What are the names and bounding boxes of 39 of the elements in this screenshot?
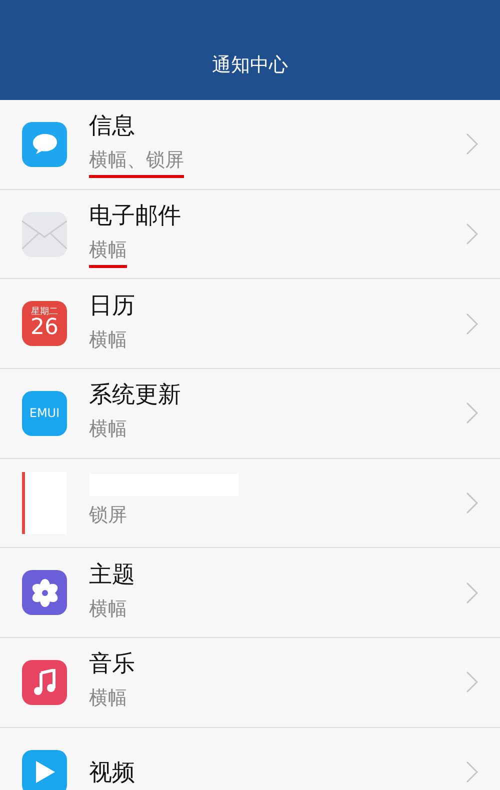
app-name: 电子邮件	[89, 202, 182, 232]
chevron-icon	[466, 402, 478, 424]
app-row[interactable]: 主题 横幅	[0, 548, 500, 638]
notification-types: 横幅	[89, 686, 127, 712]
notification-types: 锁屏	[89, 502, 127, 528]
chat-bubble-icon	[22, 122, 67, 167]
chevron-icon	[466, 223, 478, 246]
app-name: 主题	[89, 560, 136, 590]
music-note-icon	[22, 660, 67, 705]
covered-icon	[22, 472, 67, 534]
notification-types: 横幅	[89, 417, 127, 442]
app-row[interactable]: EMUI 系统更新 横幅	[0, 369, 500, 459]
notification-types: 横幅	[89, 237, 127, 268]
chevron-icon	[466, 492, 478, 514]
app-name: 信息	[89, 112, 136, 142]
app-name: 日历	[89, 292, 136, 321]
chevron-icon	[466, 671, 478, 694]
notification-types: 横幅	[89, 328, 127, 353]
chevron-icon	[466, 312, 478, 335]
app-name: 系统更新	[89, 381, 182, 410]
envelope-icon	[22, 212, 67, 257]
app-row[interactable]: 电子邮件 横幅	[0, 190, 500, 280]
flower-icon	[22, 570, 67, 616]
app-name: 音乐	[89, 650, 136, 680]
app-row[interactable]: 星期二 26 日历 横幅	[0, 279, 500, 370]
icon-date-text: 26	[30, 317, 58, 340]
icon-logo-text: EMUI	[29, 406, 60, 420]
icon-weekday-text: 星期二	[31, 308, 58, 318]
notification-types: 横幅	[89, 596, 127, 622]
chevron-icon	[466, 761, 478, 784]
chevron-icon	[466, 582, 478, 604]
play-icon	[22, 750, 67, 790]
notification-types: 横幅、锁屏	[89, 147, 184, 178]
chevron-icon	[466, 133, 478, 156]
app-row[interactable]: 音乐 横幅	[0, 638, 500, 728]
app-name: 视频	[89, 758, 136, 788]
app-row[interactable]: 视频	[0, 728, 500, 790]
app-row[interactable]: 信息 横幅、锁屏	[0, 100, 500, 190]
page-title: 通知中心	[212, 53, 288, 78]
